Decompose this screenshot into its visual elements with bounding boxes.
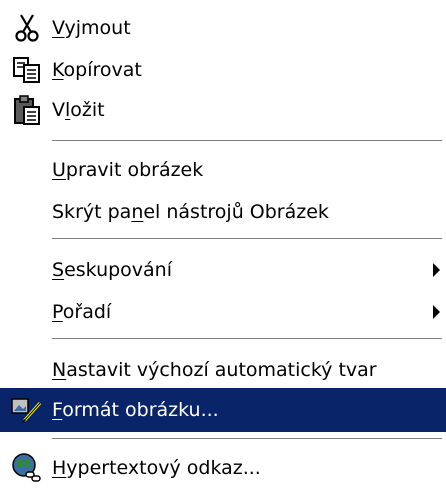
menu-separator	[52, 438, 442, 440]
hyperlink-icon	[10, 450, 44, 486]
paste-icon	[10, 92, 44, 128]
menu-item-copy[interactable]: Kopírovat	[0, 48, 446, 92]
label-suffix: ožit	[70, 99, 105, 121]
label-suffix: yjmout	[64, 17, 131, 39]
submenu-arrow-icon	[433, 305, 440, 319]
menu-item-cut[interactable]: Vyjmout	[0, 6, 446, 50]
menu-item-label: Hypertextový odkaz...	[52, 446, 261, 490]
mnemonic-letter: n	[131, 201, 144, 223]
label-suffix: ormát obrázku...	[62, 399, 219, 421]
format-picture-icon	[10, 392, 44, 428]
label-suffix: opírovat	[63, 59, 142, 81]
menu-separator	[52, 338, 442, 340]
menu-item-order[interactable]: Pořadí	[0, 290, 446, 334]
scissors-icon	[10, 10, 44, 46]
label-suffix: ypertextový odkaz...	[66, 457, 261, 479]
mnemonic-letter: V	[52, 17, 65, 39]
label-suffix: astavit výchozí automatický tvar	[66, 359, 377, 381]
menu-item-set-default-autoshape[interactable]: Nastavit výchozí automatický tvar	[0, 348, 446, 392]
label-suffix: pravit obrázek	[65, 159, 204, 181]
copy-icon	[10, 52, 44, 88]
label-suffix: eskupování	[64, 259, 173, 281]
menu-item-label: Vyjmout	[52, 6, 131, 50]
menu-item-label: Vložit	[52, 88, 105, 132]
label-suffix: el nástrojů Obrázek	[143, 201, 329, 223]
menu-item-hyperlink[interactable]: Hypertextový odkaz...	[0, 446, 446, 490]
menu-item-hide-picture-toolbar[interactable]: Skrýt panel nástrojů Obrázek	[0, 190, 446, 234]
menu-separator	[52, 238, 442, 240]
menu-item-label: Nastavit výchozí automatický tvar	[52, 348, 377, 392]
menu-item-label: Seskupování	[52, 248, 172, 292]
label-prefix: V	[52, 99, 65, 121]
menu-item-label: Upravit obrázek	[52, 148, 203, 192]
context-menu: Vyjmout Kopírovat Vložit Upravit obrázek…	[0, 0, 446, 496]
mnemonic-letter: P	[52, 301, 63, 323]
menu-item-edit-picture[interactable]: Upravit obrázek	[0, 148, 446, 192]
menu-item-label: Formát obrázku...	[52, 388, 219, 432]
mnemonic-letter: F	[52, 399, 63, 421]
mnemonic-letter: N	[52, 359, 67, 381]
menu-item-label: Kopírovat	[52, 48, 142, 92]
mnemonic-letter: K	[52, 59, 64, 81]
mnemonic-letter: U	[52, 159, 66, 181]
menu-item-grouping[interactable]: Seskupování	[0, 248, 446, 292]
label-prefix: Skrýt pa	[52, 201, 132, 223]
menu-separator	[52, 140, 442, 142]
menu-item-format-picture[interactable]: Formát obrázku...	[0, 388, 446, 432]
mnemonic-letter: H	[52, 457, 67, 479]
menu-item-label: Pořadí	[52, 290, 111, 334]
mnemonic-letter: S	[52, 259, 65, 281]
submenu-arrow-icon	[433, 263, 440, 277]
menu-item-label: Skrýt panel nástrojů Obrázek	[52, 190, 329, 234]
menu-item-paste[interactable]: Vložit	[0, 88, 446, 132]
label-suffix: ořadí	[62, 301, 112, 323]
